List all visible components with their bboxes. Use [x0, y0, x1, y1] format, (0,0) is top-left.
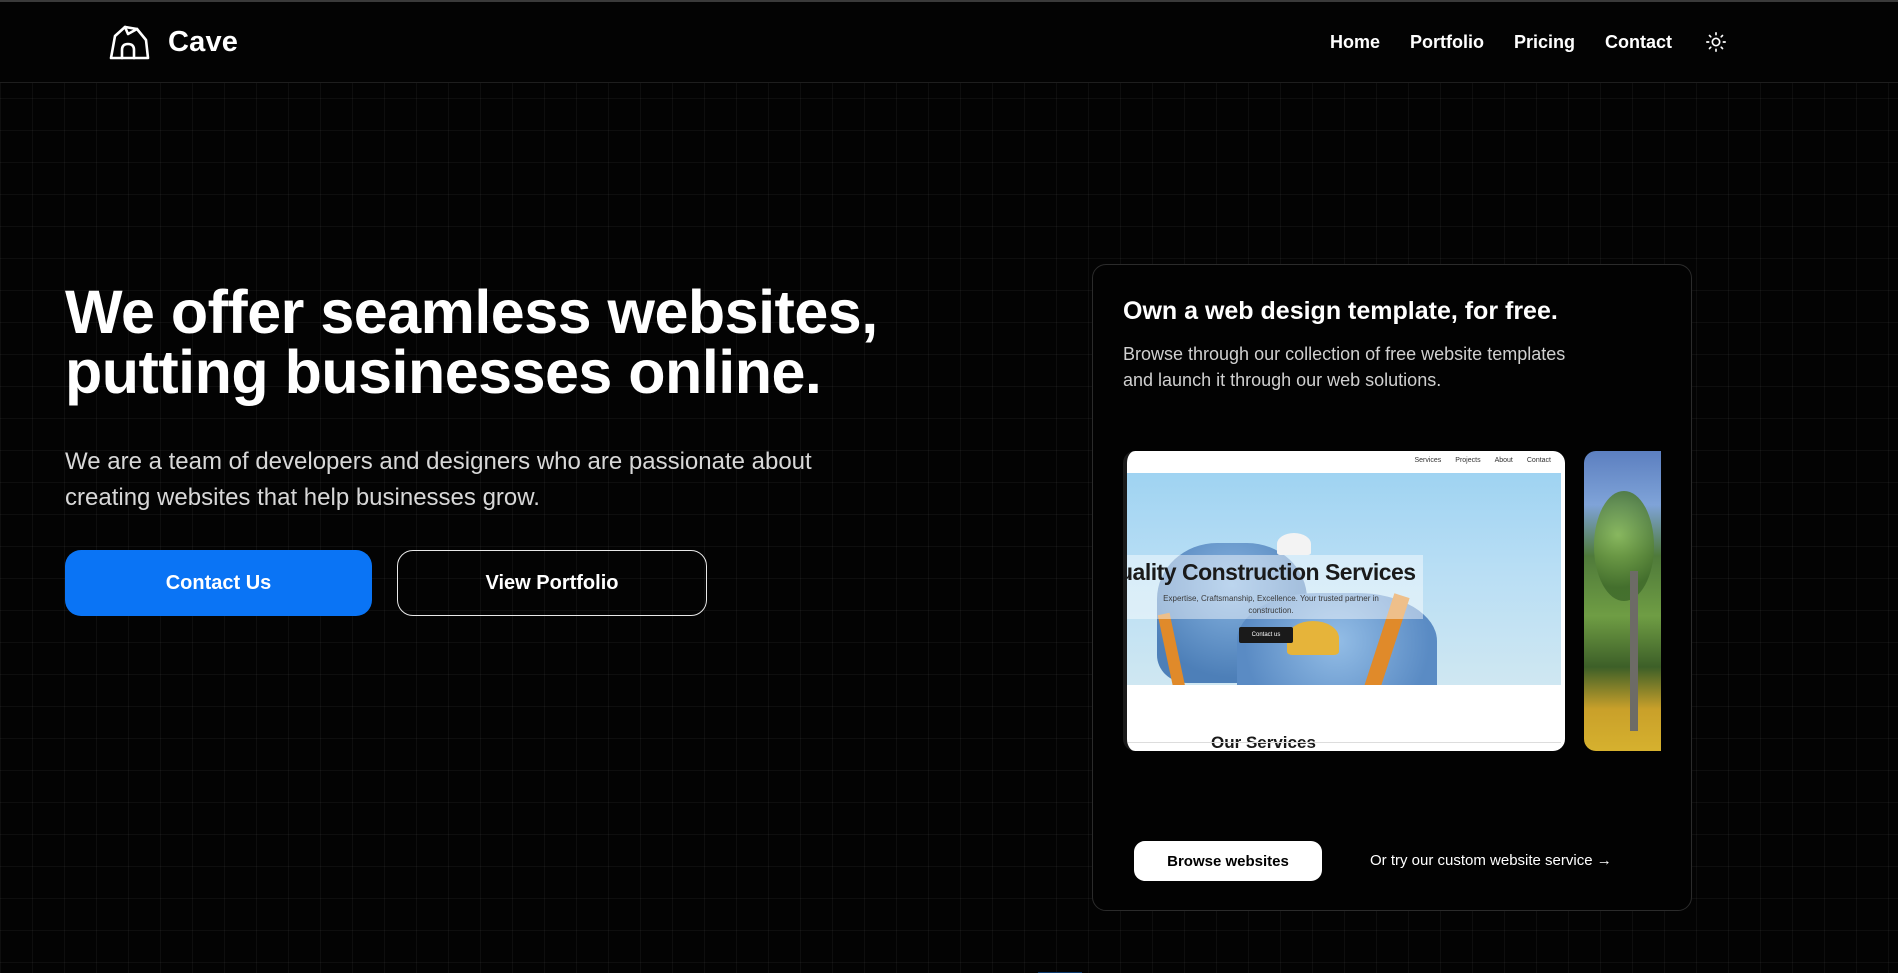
preview-divider — [1127, 742, 1561, 743]
helmet-shape — [1277, 533, 1311, 555]
site-header: Cave Home Portfolio Pricing Contact — [0, 2, 1898, 83]
preview-nav-item: Projects — [1455, 457, 1481, 464]
nav-portfolio[interactable]: Portfolio — [1410, 32, 1484, 53]
nav-pricing[interactable]: Pricing — [1514, 32, 1575, 53]
preview-nav: Services Projects About Contact — [1414, 457, 1551, 464]
hero-subtitle-line1: We are a team of developers and designer… — [65, 448, 812, 475]
helmet-shape — [1287, 621, 1339, 655]
cave-logo-icon — [109, 25, 150, 60]
hero-subtitle: We are a team of developers and designer… — [65, 444, 925, 516]
template-card: Own a web design template, for free. Bro… — [1092, 264, 1692, 911]
hero-title: We offer seamless websites, putting busi… — [65, 282, 965, 403]
theme-toggle-button[interactable] — [1704, 30, 1728, 54]
view-portfolio-button[interactable]: View Portfolio — [397, 550, 707, 616]
card-description-line2: and launch it through our web solutions. — [1123, 370, 1442, 390]
construction-template-preview[interactable]: Services Projects About Contact uality C… — [1123, 451, 1565, 751]
hero-subtitle-line2: creating websites that help businesses g… — [65, 484, 540, 511]
preview-nav-item: Contact — [1526, 457, 1551, 464]
preview-description: Expertise, Craftsmanship, Excellence. Yo… — [1163, 594, 1379, 615]
preview-nav-item: About — [1494, 457, 1513, 464]
sun-icon — [1706, 32, 1726, 52]
hero-title-line2: putting businesses online. — [65, 338, 822, 406]
preview-hero-image: uality Construction Services Expertise, … — [1127, 473, 1561, 685]
preview-contact-button: Contact us — [1239, 627, 1293, 643]
main-nav: Home Portfolio Pricing Contact — [1330, 30, 1728, 54]
browse-websites-button[interactable]: Browse websites — [1134, 841, 1322, 881]
brand-name: Cave — [168, 25, 239, 58]
contact-us-button[interactable]: Contact Us — [65, 550, 372, 616]
custom-website-service-link[interactable]: Or try our custom website service → — [1370, 852, 1612, 869]
nav-home[interactable]: Home — [1330, 32, 1380, 53]
hero-title-line1: We offer seamless websites, — [65, 278, 878, 346]
logo-link[interactable]: Cave — [108, 22, 238, 62]
tree-foliage — [1594, 491, 1654, 601]
page: Cave Home Portfolio Pricing Contact We o… — [0, 0, 1898, 973]
card-description: Browse through our collection of free we… — [1123, 341, 1623, 393]
tree-trunk — [1630, 571, 1638, 731]
card-description-line1: Browse through our collection of free we… — [1123, 344, 1566, 364]
template-carousel[interactable]: Services Projects About Contact uality C… — [1123, 451, 1661, 753]
card-title: Own a web design template, for free. — [1123, 297, 1558, 325]
garden-template-preview[interactable] — [1584, 451, 1661, 751]
preview-nav-item: Services — [1414, 457, 1442, 464]
nav-contact[interactable]: Contact — [1605, 32, 1672, 53]
preview-headline: uality Construction Services — [1127, 559, 1416, 585]
